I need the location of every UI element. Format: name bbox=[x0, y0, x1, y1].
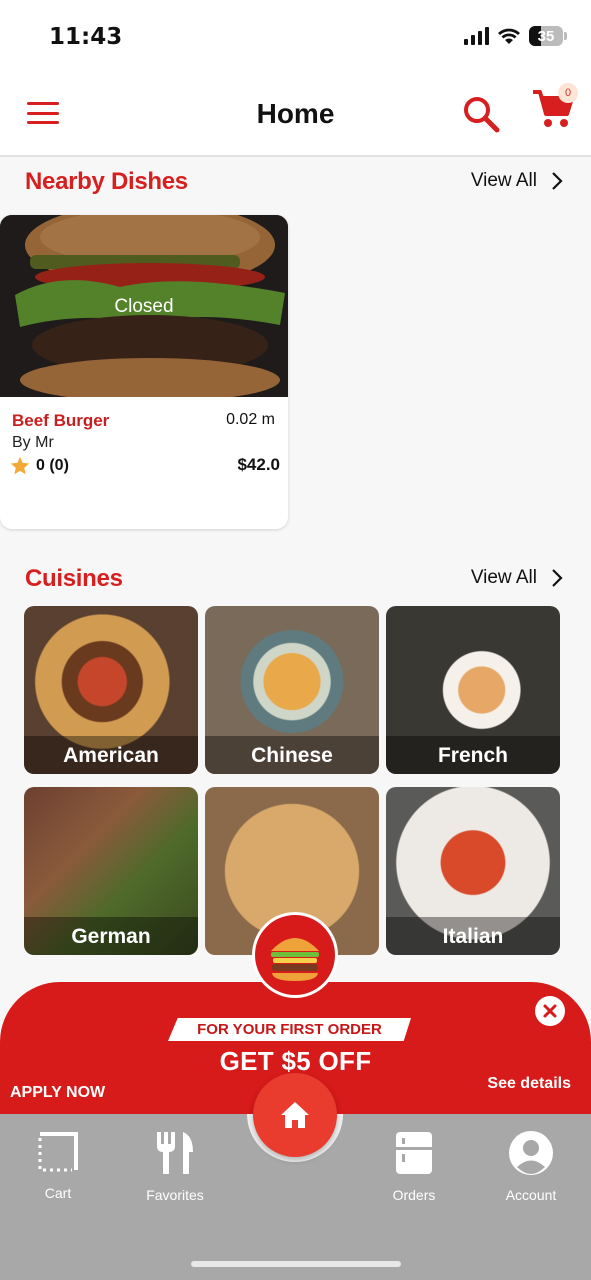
wifi-icon bbox=[498, 28, 520, 44]
dish-name: Beef Burger bbox=[12, 411, 110, 430]
nav-item-cart[interactable]: Cart bbox=[8, 1130, 108, 1201]
nav-item-account[interactable]: Account bbox=[481, 1130, 581, 1203]
nav-label: Favorites bbox=[146, 1187, 204, 1203]
signal-icon bbox=[464, 27, 489, 45]
apply-now-button[interactable]: APPLY NOW bbox=[10, 1084, 105, 1102]
close-icon bbox=[543, 1004, 557, 1018]
cart-icon bbox=[38, 1132, 78, 1172]
view-all-label: View All bbox=[470, 567, 537, 588]
cuisines-title: Cuisines bbox=[25, 565, 123, 592]
cuisine-tile-italian[interactable]: Italian bbox=[386, 787, 560, 955]
cuisine-label: French bbox=[437, 744, 508, 767]
dish-vendor: By Mr bbox=[12, 434, 54, 451]
cuisines-view-all-link[interactable]: View All bbox=[471, 567, 563, 589]
nav-label: Orders bbox=[392, 1187, 436, 1203]
nearby-view-all-link[interactable]: View All bbox=[471, 170, 563, 192]
dish-rating: 0 (0) bbox=[9, 455, 69, 477]
cuisine-tile-german[interactable]: German bbox=[24, 787, 198, 955]
dish-distance: 0.02 m bbox=[226, 411, 275, 428]
home-icon bbox=[281, 1102, 309, 1128]
orders-icon bbox=[396, 1132, 432, 1174]
close-promo-button[interactable] bbox=[535, 996, 565, 1026]
fork-knife-icon bbox=[157, 1132, 193, 1174]
status-icons: 35 bbox=[464, 26, 567, 46]
app-header: Home 0 bbox=[0, 75, 591, 157]
cuisine-label: American bbox=[63, 744, 159, 767]
cart-badge: 0 bbox=[558, 83, 578, 103]
see-details-link[interactable]: See details bbox=[487, 1075, 571, 1093]
nav-item-orders[interactable]: Orders bbox=[364, 1130, 464, 1203]
dish-status: Closed bbox=[114, 296, 174, 317]
rating-value: 0 (0) bbox=[36, 457, 69, 474]
nav-label: Account bbox=[505, 1187, 557, 1203]
battery-icon: 35 bbox=[529, 26, 567, 46]
dish-image: Closed bbox=[0, 215, 288, 397]
home-button[interactable] bbox=[253, 1073, 337, 1157]
battery-level: 35 bbox=[537, 27, 555, 45]
cuisine-tile-french[interactable]: French bbox=[386, 606, 560, 774]
chevron-right-icon bbox=[552, 569, 563, 587]
star-icon bbox=[10, 456, 30, 475]
cuisine-label: German bbox=[71, 925, 151, 948]
nav-item-favorites[interactable]: Favorites bbox=[125, 1130, 225, 1203]
status-bar: 11:43 35 bbox=[0, 0, 591, 75]
dish-card[interactable]: Closed Beef Burger 0.02 m By Mr 0 (0) $4… bbox=[0, 215, 288, 529]
cuisine-label: Chinese bbox=[251, 744, 333, 767]
search-icon[interactable] bbox=[461, 94, 501, 134]
chevron-right-icon bbox=[552, 172, 563, 190]
account-icon bbox=[509, 1131, 553, 1175]
dish-price: $42.0 bbox=[237, 455, 280, 474]
promo-ribbon: FOR YOUR FIRST ORDER bbox=[168, 1018, 411, 1041]
view-all-label: View All bbox=[470, 170, 537, 191]
page-title: Home bbox=[256, 98, 335, 129]
cuisine-label: Italian bbox=[442, 925, 504, 948]
cuisine-tile-chinese[interactable]: Chinese bbox=[205, 606, 379, 774]
burger-icon bbox=[252, 912, 338, 998]
nearby-dishes-title: Nearby Dishes bbox=[25, 168, 188, 195]
nav-label: Cart bbox=[44, 1185, 72, 1201]
home-indicator bbox=[191, 1261, 401, 1267]
status-time: 11:43 bbox=[49, 24, 123, 50]
cuisine-tile-american[interactable]: American bbox=[24, 606, 198, 774]
